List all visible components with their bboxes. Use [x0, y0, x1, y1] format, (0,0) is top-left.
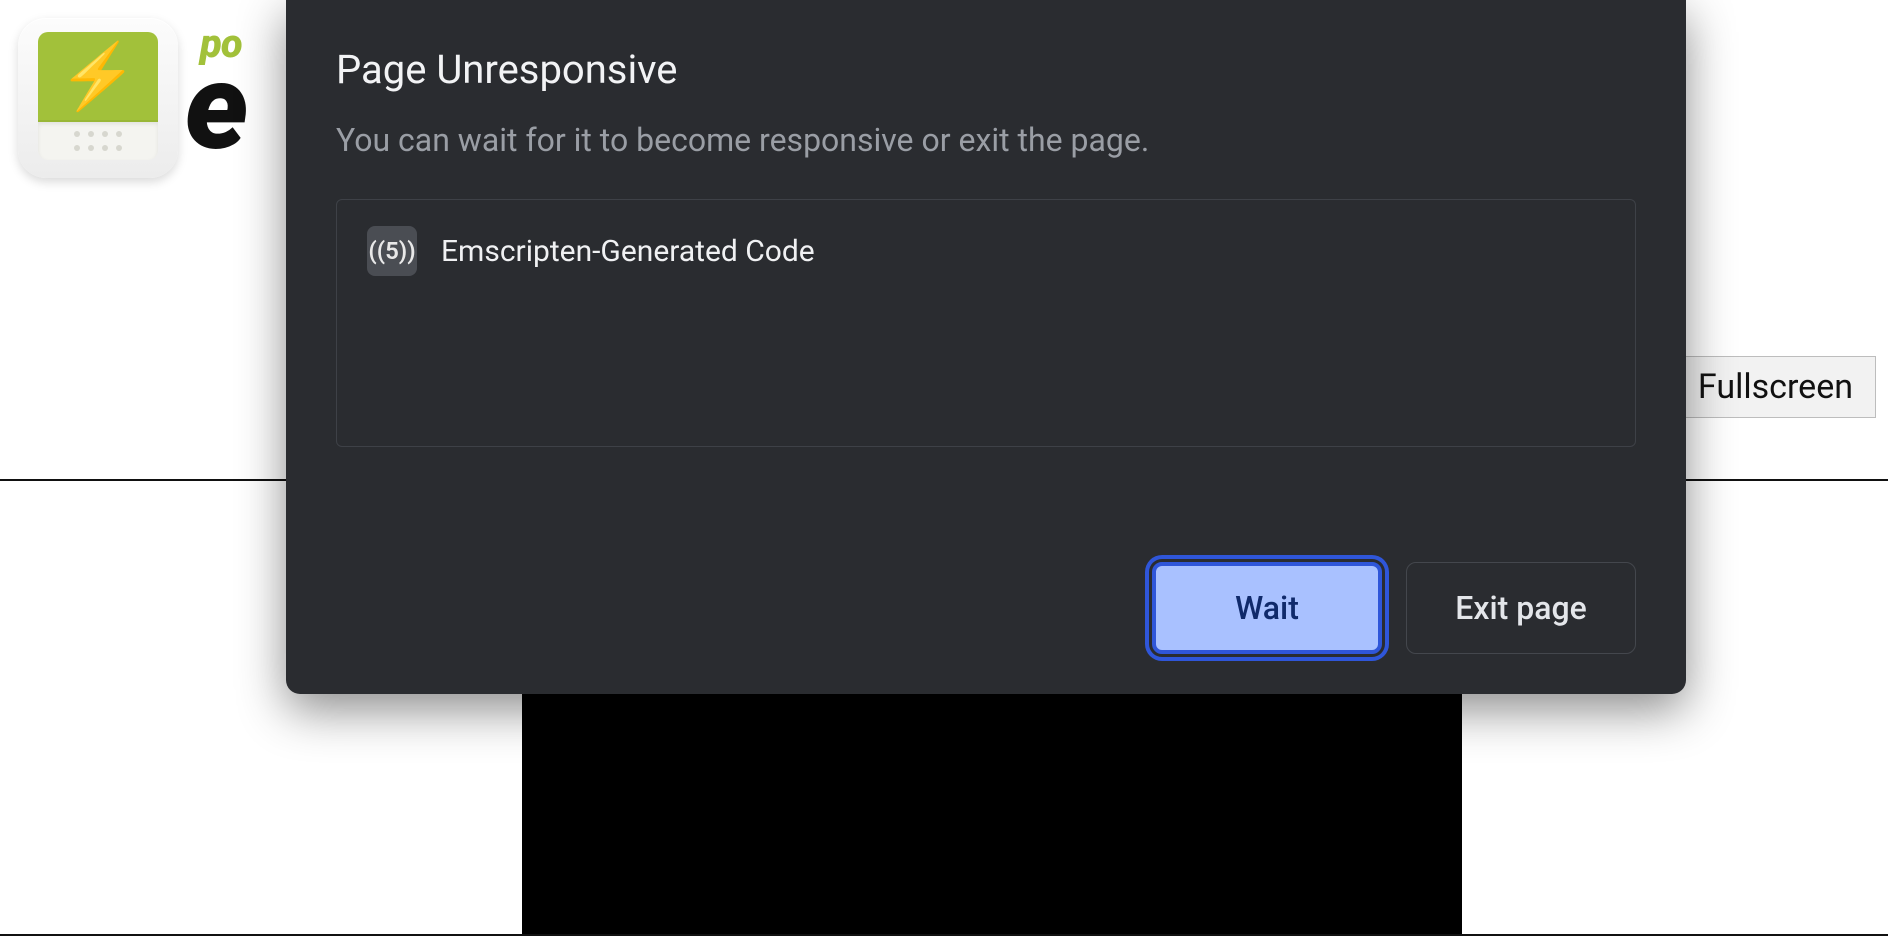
dialog-actions: Wait Exit page — [336, 522, 1636, 654]
favicon-text: ((5)) — [368, 237, 415, 265]
wait-button[interactable]: Wait — [1152, 562, 1382, 654]
exit-page-button[interactable]: Exit page — [1406, 562, 1636, 654]
wordmark-large: e — [185, 48, 244, 168]
logo-bottom — [38, 122, 158, 160]
dialog-title: Page Unresponsive — [336, 46, 1636, 93]
emscripten-logo: ⚡ — [18, 18, 178, 178]
page-unresponsive-dialog: Page Unresponsive You can wait for it to… — [286, 0, 1686, 694]
list-item-label: Emscripten-Generated Code — [441, 234, 815, 269]
logo-top: ⚡ — [38, 32, 158, 122]
fullscreen-button[interactable]: Fullscreen — [1675, 356, 1876, 418]
favicon-icon: ((5)) — [367, 226, 417, 276]
list-item: ((5)) Emscripten-Generated Code — [367, 226, 1605, 276]
dialog-subtitle: You can wait for it to become responsive… — [336, 121, 1636, 159]
unresponsive-pages-list: ((5)) Emscripten-Generated Code — [336, 199, 1636, 447]
lightning-icon: ⚡ — [58, 45, 138, 109]
